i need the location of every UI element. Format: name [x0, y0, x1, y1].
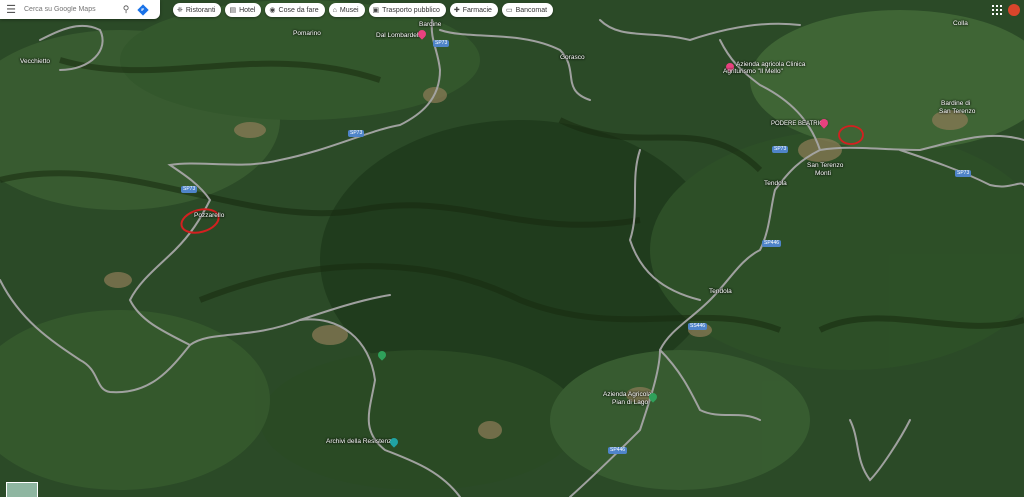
search-icon[interactable]: ⚲	[118, 4, 134, 15]
place-label-bardine-san-terenzo[interactable]: San Terenzo	[939, 108, 975, 115]
road-shield: SP73	[955, 170, 972, 177]
chip-farmacie[interactable]: ✚ Farmacie	[449, 3, 498, 17]
place-label-san-terenzo[interactable]: San Terenzo	[807, 162, 843, 169]
road-shield: SP73	[181, 186, 198, 193]
camera-icon: ◉	[269, 7, 276, 14]
place-label-san-terenzo-monti[interactable]: Monti	[815, 170, 831, 177]
place-label-colla[interactable]: Colla	[953, 20, 968, 27]
place-label-tendola[interactable]: Tendola	[764, 180, 787, 187]
chip-musei[interactable]: ⌂ Musei	[328, 3, 365, 17]
road-shield: SS446	[688, 323, 708, 330]
road-shield: SP446	[608, 447, 628, 454]
chip-ristoranti[interactable]: ❈ Ristoranti	[173, 3, 222, 17]
road-shield: SP73	[772, 146, 789, 153]
train-icon: ▣	[372, 7, 380, 14]
apps-grid-icon[interactable]	[992, 5, 1002, 15]
place-label-bardine-di[interactable]: Bardine di	[941, 100, 970, 107]
poi-label-azienda-clinica[interactable]: Azienda agricola Clinica	[736, 61, 805, 68]
museum-icon: ⌂	[332, 6, 337, 14]
poi-label-azienda-agricola[interactable]: Azienda Agricola	[603, 391, 651, 398]
atm-icon: ▭	[505, 7, 513, 14]
menu-icon[interactable]: ☰	[0, 3, 22, 16]
poi-label-archivi-resistenza[interactable]: Archivi della Resistenza	[326, 438, 395, 445]
hotel-bed-icon: ▤	[229, 7, 237, 14]
place-label-bardine[interactable]: Bardine	[419, 21, 441, 28]
place-label-tendola-2[interactable]: Tendola	[709, 288, 732, 295]
avatar[interactable]	[1008, 4, 1020, 16]
chip-trasporto-pubblico[interactable]: ▣ Trasporto pubblico	[368, 3, 446, 17]
search-box: ☰ ⚲	[0, 0, 160, 19]
top-right-controls	[992, 4, 1020, 16]
search-input[interactable]	[22, 5, 118, 14]
satellite-map[interactable]	[0, 0, 1024, 497]
place-label-pozzarello[interactable]: Pozzarello	[194, 212, 224, 219]
chip-bancomat[interactable]: ▭ Bancomat	[501, 3, 554, 17]
category-chips: ❈ Ristoranti ▤ Hotel ◉ Cose da fare ⌂ Musei …	[173, 3, 554, 17]
fork-knife-icon: ❈	[177, 7, 183, 14]
directions-icon[interactable]	[134, 1, 152, 19]
chip-cose-da-fare[interactable]: ◉ Cose da fare	[265, 3, 325, 17]
place-label-gorasco[interactable]: Gorasco	[560, 54, 585, 61]
chip-hotel[interactable]: ▤ Hotel	[225, 3, 262, 17]
road-shield: SP73	[433, 40, 450, 47]
pharmacy-icon: ✚	[453, 7, 460, 14]
layers-thumbnail[interactable]	[6, 482, 38, 497]
place-label-pomarino[interactable]: Pomarino	[293, 30, 321, 37]
road-shield: SP73	[348, 130, 365, 137]
place-label-vecchietto[interactable]: Vecchietto	[20, 58, 50, 65]
poi-label-agriturismo-mello[interactable]: Agriturismo "Il Mello"	[723, 68, 783, 75]
road-shield: SP446	[762, 240, 782, 247]
poi-label-dal-lombardello[interactable]: Dal Lombardello	[376, 32, 423, 39]
poi-label-pian-di-lago[interactable]: Pian di Lago	[612, 399, 648, 406]
